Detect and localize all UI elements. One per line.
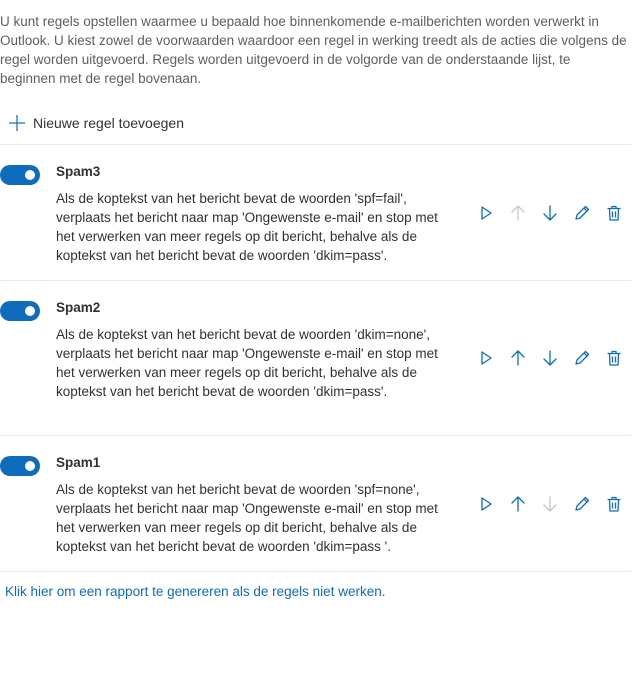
arrow-up-icon [511, 350, 525, 366]
move-up-button[interactable] [508, 203, 528, 223]
divider [0, 435, 631, 436]
rule-description: Als de koptekst van het bericht bevat de… [56, 327, 438, 399]
pencil-icon [575, 205, 590, 220]
edit-rule-button[interactable] [572, 203, 592, 223]
divider [0, 144, 631, 145]
rule-description: Als de koptekst van het bericht bevat de… [56, 482, 438, 554]
edit-rule-button[interactable] [572, 494, 592, 514]
divider [0, 280, 631, 281]
trash-icon [607, 205, 621, 221]
generate-report-link[interactable]: Klik hier om een rapport te genereren al… [5, 584, 385, 599]
rule-description: Als de koptekst van het bericht bevat de… [56, 191, 438, 263]
trash-icon [607, 350, 621, 366]
pencil-icon [575, 496, 590, 511]
move-down-button[interactable] [540, 494, 560, 514]
arrow-down-icon [543, 496, 557, 512]
rule-enabled-toggle[interactable] [0, 165, 40, 185]
toggle-knob [25, 306, 35, 316]
rule-name: Spam2 [56, 300, 101, 315]
run-rule-button[interactable] [476, 348, 496, 368]
arrow-up-icon [511, 496, 525, 512]
edit-rule-button[interactable] [572, 348, 592, 368]
divider [0, 571, 631, 572]
play-icon [481, 497, 492, 511]
delete-rule-button[interactable] [604, 348, 624, 368]
delete-rule-button[interactable] [604, 494, 624, 514]
move-up-button[interactable] [508, 348, 528, 368]
move-down-button[interactable] [540, 348, 560, 368]
rule-enabled-toggle[interactable] [0, 301, 40, 321]
add-rule-button[interactable]: Nieuwe regel toevoegen [8, 114, 184, 132]
run-rule-button[interactable] [476, 494, 496, 514]
toggle-knob [25, 461, 35, 471]
pencil-icon [575, 350, 590, 365]
toggle-knob [25, 170, 35, 180]
arrow-up-icon [511, 205, 525, 221]
rule-enabled-toggle[interactable] [0, 456, 40, 476]
rules-intro-text: U kunt regels opstellen waarmee u bepaal… [0, 14, 627, 86]
move-up-button[interactable] [508, 494, 528, 514]
rule-name: Spam1 [56, 455, 101, 470]
add-rule-label: Nieuwe regel toevoegen [33, 115, 184, 131]
play-icon [481, 351, 492, 365]
delete-rule-button[interactable] [604, 203, 624, 223]
plus-icon [9, 115, 25, 131]
play-icon [481, 206, 492, 220]
rule-name: Spam3 [56, 164, 101, 179]
move-down-button[interactable] [540, 203, 560, 223]
trash-icon [607, 496, 621, 512]
arrow-down-icon [543, 350, 557, 366]
arrow-down-icon [543, 205, 557, 221]
run-rule-button[interactable] [476, 203, 496, 223]
